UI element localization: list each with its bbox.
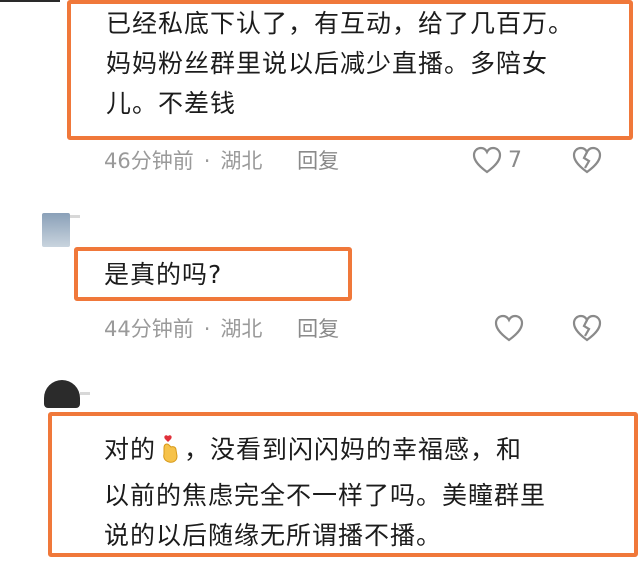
comment-1-dislike-button[interactable] xyxy=(572,146,602,174)
top-divider xyxy=(0,0,60,2)
comment-1-reply-button[interactable]: 回复 xyxy=(297,149,339,173)
comment-1-meta: 46分钟前 · 湖北 回复 xyxy=(104,149,340,173)
comment-3-line-1-start: 对的 xyxy=(104,435,157,464)
comment-3-line-1: 对的 ，没看到闪闪妈的幸福感，和 xyxy=(104,430,624,476)
comment-3-text: 对的 ，没看到闪闪妈的幸福感，和 以前的焦虑完全不一样了吗。美瞳群里 说的以后随… xyxy=(104,430,624,556)
comment-1-like-button[interactable]: 7 xyxy=(472,146,522,174)
broken-heart-icon xyxy=(572,314,602,342)
comment-3-line-2: 以前的焦虑完全不一样了吗。美瞳群里 xyxy=(104,481,547,510)
comment-3-line-3: 说的以后随缘无所谓播不播。 xyxy=(104,521,443,550)
avatar-comment-3 xyxy=(44,380,80,408)
comment-1-line-3: 儿。不差钱 xyxy=(106,89,237,118)
finger-heart-emoji-icon xyxy=(158,434,182,476)
avatar-edge-3 xyxy=(80,392,90,395)
comment-2-like-button[interactable] xyxy=(494,314,524,342)
comment-1-line-2: 妈妈粉丝群里说以后减少直播。多陪女 xyxy=(106,49,549,78)
comment-2-time: 44分钟前 xyxy=(104,317,194,341)
comment-2-location: 湖北 xyxy=(220,317,263,341)
comment-1-line-1: 已经私底下认了，有互动，给了几百万。 xyxy=(106,9,575,38)
comment-2-dislike-button[interactable] xyxy=(572,314,602,342)
comment-2-meta: 44分钟前 · 湖北 回复 xyxy=(104,317,340,341)
avatar-comment-2 xyxy=(42,213,70,247)
comment-2-line-1: 是真的吗? xyxy=(104,260,223,289)
comment-2-text: 是真的吗? xyxy=(104,255,222,295)
avatar-edge xyxy=(70,215,80,218)
comment-2-reply-button[interactable]: 回复 xyxy=(297,317,339,341)
heart-outline-icon xyxy=(472,146,502,174)
broken-heart-icon xyxy=(572,146,602,174)
comment-3-line-1-rest: ，没看到闪闪妈的幸福感，和 xyxy=(184,435,523,464)
comment-1-location: 湖北 xyxy=(220,149,263,173)
heart-outline-icon xyxy=(494,314,524,342)
comment-1-time: 46分钟前 xyxy=(104,149,194,173)
comment-1-like-count: 7 xyxy=(508,147,522,173)
comment-1-text: 已经私底下认了，有互动，给了几百万。 妈妈粉丝群里说以后减少直播。多陪女 儿。不… xyxy=(106,4,626,124)
